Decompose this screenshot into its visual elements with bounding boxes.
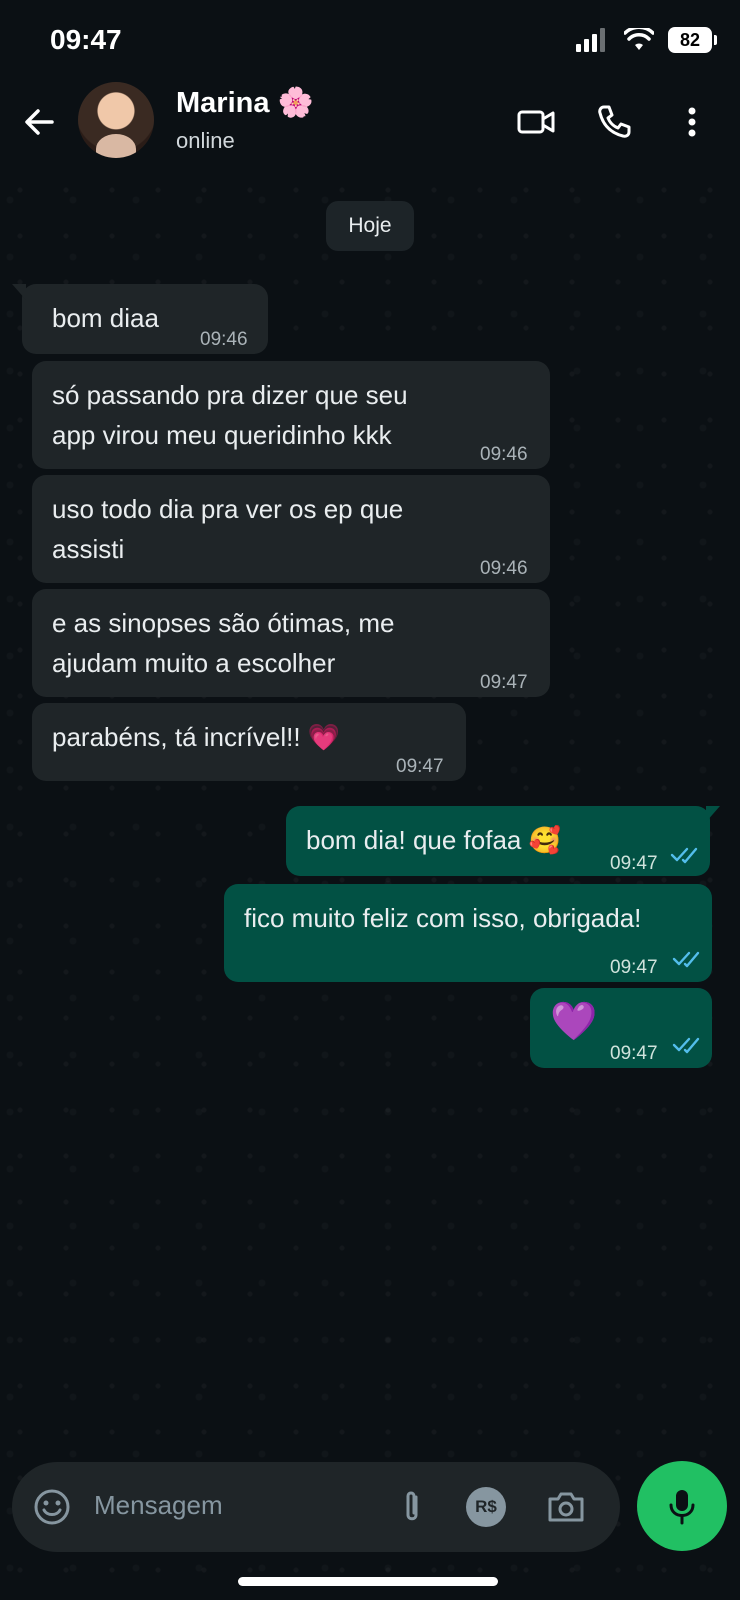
message-line: ajudam muito a escolher: [52, 648, 336, 678]
date-separator: Hoje: [326, 201, 414, 251]
message-outgoing[interactable]: 💜 09:47: [530, 988, 712, 1068]
more-vert-icon[interactable]: [670, 100, 714, 144]
message-incoming[interactable]: bom diaa 09:46: [12, 284, 268, 354]
chat-header: Marina 🌸 online: [0, 80, 740, 170]
mic-button[interactable]: [637, 1461, 727, 1551]
message-input-bar: Mensagem R$: [12, 1462, 620, 1552]
battery-indicator: 82: [668, 27, 717, 53]
message-incoming[interactable]: só passando pra dizer que seu app virou …: [32, 361, 550, 469]
home-indicator[interactable]: [238, 1577, 498, 1586]
read-receipt-icon: [672, 951, 700, 968]
message-text: uso todo dia pra ver os ep que assisti: [52, 489, 403, 569]
arrow-left-icon[interactable]: [18, 100, 62, 144]
contact-status: online: [176, 128, 235, 153]
message-incoming[interactable]: e as sinopses são ótimas, me ajudam muit…: [32, 589, 550, 697]
message-text: bom dia! que fofaa 🥰: [306, 825, 561, 855]
message-text: parabéns, tá incrível!! 💗: [52, 722, 341, 752]
message-outgoing[interactable]: bom dia! que fofaa 🥰 09:47: [286, 806, 720, 876]
signal-icon: [576, 28, 605, 52]
message-time: 09:47: [610, 853, 658, 874]
message-text: bom diaa: [52, 303, 159, 333]
status-bar: 09:47 82: [0, 0, 740, 80]
read-receipt-icon: [670, 847, 698, 864]
wifi-icon: [624, 28, 654, 50]
message-line: app virou meu queridinho kkk: [52, 420, 392, 450]
payment-rs-icon[interactable]: R$: [466, 1487, 506, 1527]
message-outgoing[interactable]: fico muito feliz com isso, obrigada! 09:…: [224, 884, 712, 982]
message-time: 09:47: [480, 672, 528, 693]
message-line: uso todo dia pra ver os ep que: [52, 494, 404, 524]
message-time: 09:46: [480, 558, 528, 579]
bubble-tail: [706, 806, 720, 822]
message-line: só passando pra dizer que seu: [52, 380, 408, 410]
status-icons: 82: [576, 24, 717, 56]
message-text: 💜: [550, 1001, 598, 1043]
message-text: só passando pra dizer que seu app virou …: [52, 375, 408, 455]
paperclip-icon[interactable]: [390, 1485, 434, 1529]
message-line: e as sinopses são ótimas, me: [52, 608, 395, 638]
bubble-tail: [12, 284, 26, 300]
contact-name[interactable]: Marina 🌸: [176, 86, 314, 120]
message-time: 09:47: [610, 957, 658, 978]
avatar[interactable]: [78, 82, 154, 158]
camera-icon[interactable]: [544, 1485, 588, 1529]
message-line: assisti: [52, 534, 125, 564]
status-time: 09:47: [50, 24, 122, 55]
message-time: 09:46: [480, 444, 528, 465]
mic-icon: [669, 1490, 695, 1525]
message-time: 09:47: [396, 756, 444, 777]
message-time: 09:46: [200, 329, 248, 350]
phone-icon[interactable]: [592, 100, 636, 144]
message-incoming[interactable]: uso todo dia pra ver os ep que assisti 0…: [32, 475, 550, 583]
video-call-icon[interactable]: [514, 100, 558, 144]
message-incoming[interactable]: parabéns, tá incrível!! 💗 09:47: [32, 703, 466, 781]
message-input[interactable]: Mensagem: [94, 1490, 223, 1521]
message-text: fico muito feliz com isso, obrigada!: [244, 903, 642, 933]
emoji-icon[interactable]: [30, 1485, 74, 1529]
message-time: 09:47: [610, 1043, 658, 1064]
message-text: e as sinopses são ótimas, me ajudam muit…: [52, 603, 395, 683]
read-receipt-icon: [672, 1037, 700, 1054]
